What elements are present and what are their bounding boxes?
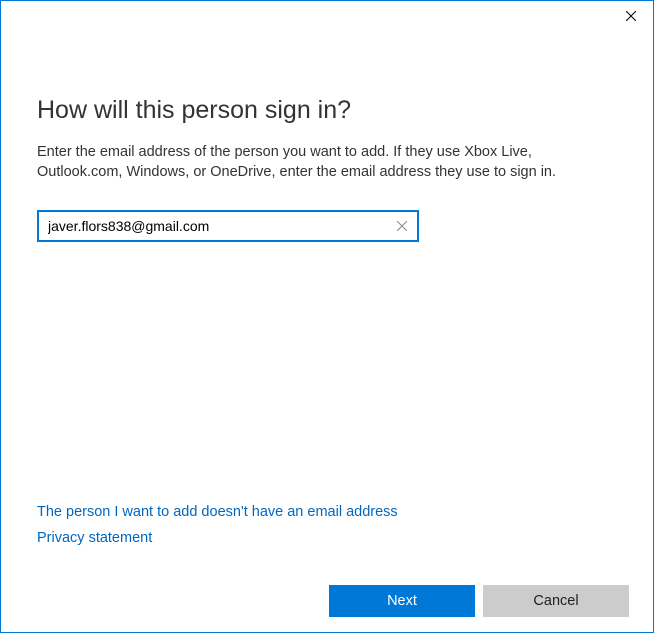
next-button[interactable]: Next xyxy=(329,585,475,617)
add-user-dialog: How will this person sign in? Enter the … xyxy=(0,0,654,633)
email-input-wrapper xyxy=(37,210,419,242)
spacer xyxy=(37,242,617,494)
clear-icon xyxy=(397,221,407,231)
page-title: How will this person sign in? xyxy=(37,96,617,125)
clear-input-button[interactable] xyxy=(387,212,417,240)
titlebar xyxy=(1,1,653,31)
privacy-link[interactable]: Privacy statement xyxy=(37,530,152,546)
no-email-link[interactable]: The person I want to add doesn't have an… xyxy=(37,504,398,520)
email-field[interactable] xyxy=(39,212,387,240)
close-icon xyxy=(626,11,636,21)
links-section: The person I want to add doesn't have an… xyxy=(37,494,617,570)
cancel-button[interactable]: Cancel xyxy=(483,585,629,617)
close-button[interactable] xyxy=(608,1,653,31)
description-text: Enter the email address of the person yo… xyxy=(37,143,617,182)
dialog-footer: Next Cancel xyxy=(1,570,653,632)
dialog-content: How will this person sign in? Enter the … xyxy=(1,31,653,570)
